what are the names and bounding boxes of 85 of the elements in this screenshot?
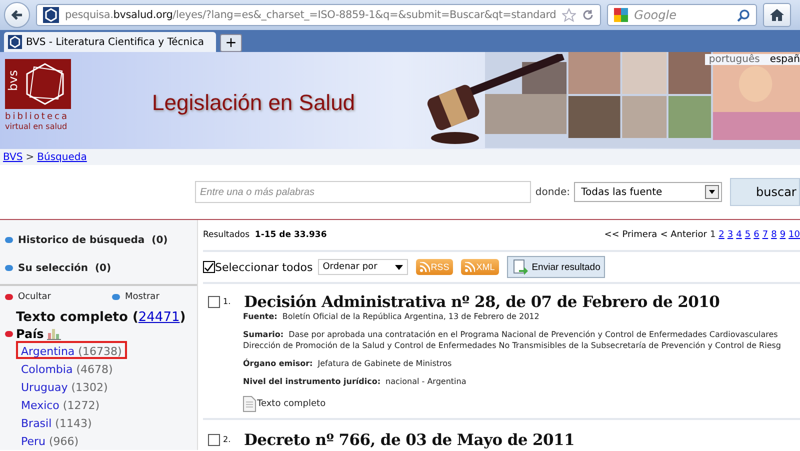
- new-tab-button[interactable]: +: [220, 34, 242, 52]
- logo-mark[interactable]: bvs: [5, 59, 71, 109]
- result-title[interactable]: Decisión Administrativa nº 28, de 07 de Febrero de 2010: [244, 292, 720, 311]
- expand-icon[interactable]: [5, 237, 13, 243]
- send-results-button[interactable]: Enviar resultado: [506, 256, 606, 278]
- breadcrumb-link[interactable]: BVS: [3, 152, 23, 162]
- result-checkbox[interactable]: [208, 434, 220, 446]
- sort-dropdown[interactable]: Ordenar por: [318, 259, 408, 275]
- field-label: Fuente:: [243, 312, 278, 321]
- result-title[interactable]: Decreto nº 766, de 03 de Mayo de 2011: [244, 430, 574, 449]
- address-bar[interactable]: pesquisa.bvsalud.org/leyes/?lang=es&_charset_=ISO-8859-1&q=&submit=Buscar&qt=standard: [36, 4, 602, 26]
- feed-icon: [420, 262, 430, 272]
- page-link[interactable]: 4: [736, 230, 742, 240]
- country-filter[interactable]: Argentina (16738): [16, 341, 127, 359]
- source-dropdown[interactable]: Todas las fuente: [574, 182, 722, 202]
- field-label: Sumario:: [243, 330, 284, 339]
- page-link[interactable]: 6: [754, 230, 760, 240]
- count-link[interactable]: 24471: [138, 310, 180, 325]
- logo-text: biblioteca: [5, 112, 69, 122]
- feed-icon: [465, 262, 476, 272]
- breadcrumb-separator: >: [26, 152, 34, 162]
- results-count: Resultados 1-15 de 33.936: [203, 230, 327, 240]
- search-input[interactable]: Entre una o más palabras: [195, 181, 532, 203]
- field-value: Jefatura de Gabinete de Ministros: [318, 359, 452, 368]
- hide-link[interactable]: Ocultar: [18, 292, 51, 302]
- engine-icon: [614, 8, 628, 22]
- collapse-icon[interactable]: [5, 331, 13, 337]
- document-arrow-icon: [512, 259, 528, 275]
- site-title: Legislación en Salud: [152, 90, 356, 116]
- dropdown-arrow-icon: [394, 264, 403, 270]
- country-filter[interactable]: Brasil (1143): [16, 413, 97, 431]
- back-button[interactable]: [4, 2, 30, 28]
- expand-icon[interactable]: [5, 265, 13, 271]
- field-value: Boletín Oficial de la República Argentina, 13 de Febrero de 2012: [282, 312, 540, 321]
- language-link[interactable]: português: [708, 54, 760, 65]
- select-all-label[interactable]: Seleccionar todos: [215, 260, 313, 274]
- country-filter[interactable]: Mexico (1272): [16, 395, 104, 413]
- home-button[interactable]: [763, 3, 792, 27]
- full-text-filter: Texto completo (24471): [16, 310, 187, 325]
- result-number: 2.: [223, 435, 232, 444]
- field-value: nacional - Argentina: [386, 377, 466, 386]
- result-checkbox[interactable]: [208, 296, 220, 308]
- where-label: donde:: [535, 186, 570, 198]
- field-value: Dirección de Promoción de la Salud y Control de Enfermedades No Transmisibles de la Subsecretaría de Prevención y Control de Riesg: [243, 341, 782, 350]
- show-link[interactable]: Mostrar: [124, 292, 160, 302]
- document-icon: [243, 396, 256, 412]
- chart-icon[interactable]: [46, 328, 61, 340]
- page-link[interactable]: 2: [718, 230, 724, 240]
- page-link[interactable]: 10: [788, 230, 800, 240]
- reload-icon[interactable]: [582, 9, 594, 21]
- panel-label[interactable]: Historico de búsqueda (0): [18, 234, 168, 246]
- search-icon[interactable]: [737, 8, 750, 22]
- search-field[interactable]: Google: [607, 4, 758, 26]
- previous-page-link[interactable]: < Anterior: [660, 230, 707, 240]
- breadcrumb-link[interactable]: Búsqueda: [37, 152, 87, 162]
- country-filter[interactable]: Peru (966): [16, 431, 84, 449]
- field-label: Órgano emisor:: [243, 359, 313, 368]
- logo-subtitle: virtual en salud: [5, 122, 68, 131]
- collapse-icon[interactable]: [5, 294, 13, 300]
- full-text-link[interactable]: Texto completo: [257, 399, 326, 409]
- site-icon: [43, 7, 59, 23]
- home-icon: [769, 8, 786, 22]
- language-link[interactable]: españ: [770, 54, 800, 65]
- browser-tab[interactable]: BVS - Literatura Cientifica y Técnica: [4, 32, 216, 52]
- site-icon: [8, 35, 22, 49]
- select-all-checkbox[interactable]: [203, 261, 215, 273]
- country-filter[interactable]: Uruguay (1302): [16, 377, 113, 395]
- result-number: 1.: [223, 297, 232, 306]
- page-link[interactable]: 8: [771, 230, 777, 240]
- search-button[interactable]: buscar: [730, 178, 800, 206]
- back-arrow-icon: [10, 8, 24, 22]
- first-page-link[interactable]: << Primera: [604, 230, 658, 240]
- page-link[interactable]: 5: [744, 230, 751, 240]
- filter-heading: País: [16, 327, 44, 341]
- page-link[interactable]: 7: [762, 230, 768, 240]
- page-link[interactable]: 1: [710, 230, 716, 240]
- field-value: Dase por aprobada una contratación en el Programa Nacional de Prevención y Control de Enfermedades Cardiovasculares: [288, 330, 778, 339]
- field-label: Nivel del instrumento jurídico:: [243, 377, 381, 386]
- page-link[interactable]: 9: [780, 230, 786, 240]
- star-icon[interactable]: [562, 8, 576, 22]
- country-filter[interactable]: Colombia (4678): [16, 359, 118, 377]
- panel-label[interactable]: Su selección (0): [18, 262, 112, 274]
- tab-title: BVS - Literatura Cientifica y Técnica: [26, 36, 204, 48]
- expand-icon[interactable]: [112, 294, 120, 300]
- page-link[interactable]: 3: [727, 230, 734, 240]
